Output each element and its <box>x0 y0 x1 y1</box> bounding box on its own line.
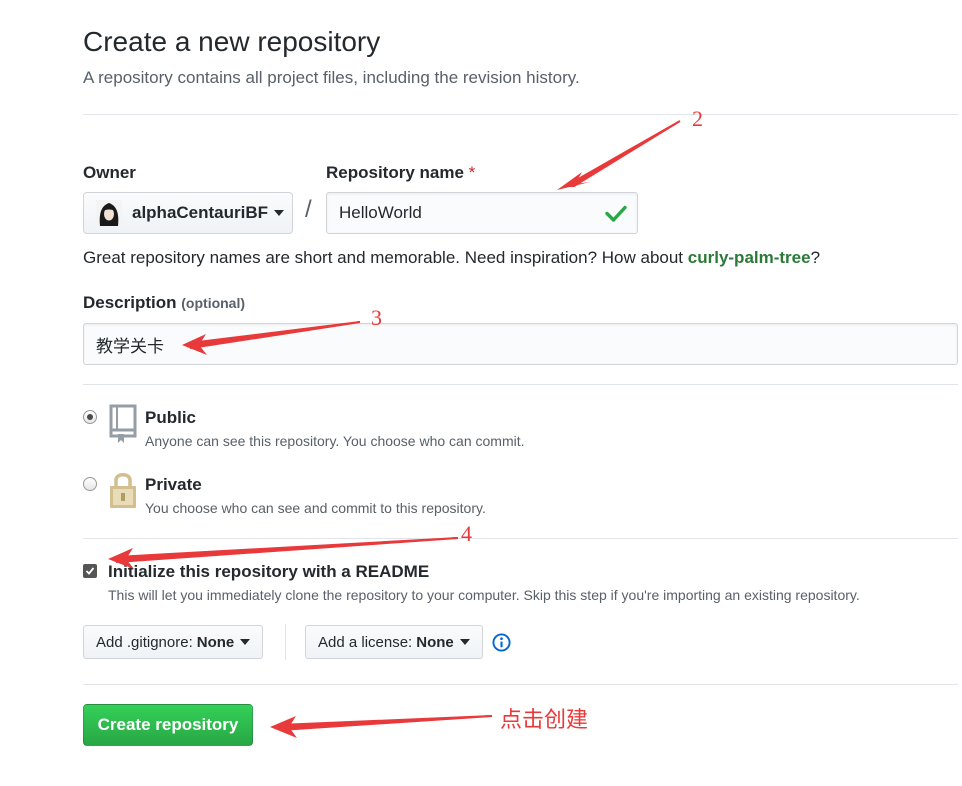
annotation-step-2: 2 <box>692 106 703 131</box>
private-note: You choose who can see and commit to thi… <box>145 500 486 516</box>
arrow-create <box>270 715 493 738</box>
gitignore-select[interactable]: Add .gitignore: None <box>83 625 264 659</box>
annotation-step-4: 4 <box>461 521 472 546</box>
optional-tag: (optional) <box>181 295 246 311</box>
description-label-text: Description <box>83 293 177 312</box>
page-subtitle: A repository contains all project files,… <box>83 68 580 87</box>
description-label: Description (optional) <box>83 293 245 313</box>
owner-name: alphaCentauriBF <box>132 203 269 222</box>
divider <box>83 684 958 685</box>
check-icon <box>85 567 95 575</box>
annotation-arrows <box>108 120 681 738</box>
annotation-click-create: 点击创建 <box>500 708 589 733</box>
gitignore-prefix: Add .gitignore: <box>96 633 193 651</box>
required-mark: * <box>468 163 476 182</box>
name-suggestion-link[interactable]: curly-palm-tree <box>688 248 811 267</box>
license-prefix: Add a license: <box>318 633 413 651</box>
info-icon[interactable] <box>492 633 511 652</box>
owner-repo-separator: / <box>305 196 312 223</box>
owner-label: Owner <box>83 163 136 182</box>
check-icon <box>605 205 627 222</box>
private-radio[interactable] <box>83 477 97 491</box>
repo-name-label: Repository name * <box>326 163 475 183</box>
arrow-2 <box>557 120 681 190</box>
avatar <box>96 200 122 226</box>
hint-suffix: ? <box>810 248 821 267</box>
chevron-down-icon <box>274 210 285 216</box>
license-select[interactable]: Add a license: None <box>305 625 483 659</box>
license-value: None <box>416 633 454 651</box>
public-note: Anyone can see this repository. You choo… <box>145 433 525 449</box>
create-repository-button[interactable]: Create repository <box>83 704 253 746</box>
button-separator <box>285 624 286 660</box>
description-input[interactable] <box>83 323 958 365</box>
public-title: Public <box>145 408 197 427</box>
gitignore-value: None <box>196 633 235 651</box>
public-radio[interactable] <box>83 410 97 424</box>
chevron-down-icon <box>240 639 251 645</box>
chevron-down-icon <box>459 639 470 645</box>
divider <box>83 384 958 385</box>
repo-name-input[interactable] <box>326 192 638 234</box>
page-title: Create a new repository <box>83 26 381 57</box>
repo-name-hint: Great repository names are short and mem… <box>83 248 820 268</box>
repo-name-label-text: Repository name <box>326 163 464 182</box>
lock-icon <box>110 473 136 508</box>
repo-book-icon <box>109 404 137 443</box>
divider <box>83 114 958 115</box>
annotation-step-3: 3 <box>371 305 382 330</box>
readme-label[interactable]: Initialize this repository with a README <box>108 562 429 582</box>
readme-note: This will let you immediately clone the … <box>108 587 860 603</box>
hint-text: Great repository names are short and mem… <box>83 248 688 267</box>
divider <box>83 538 958 539</box>
readme-checkbox[interactable] <box>83 564 97 578</box>
owner-select[interactable]: alphaCentauriBF <box>83 192 293 234</box>
private-title: Private <box>145 475 202 494</box>
